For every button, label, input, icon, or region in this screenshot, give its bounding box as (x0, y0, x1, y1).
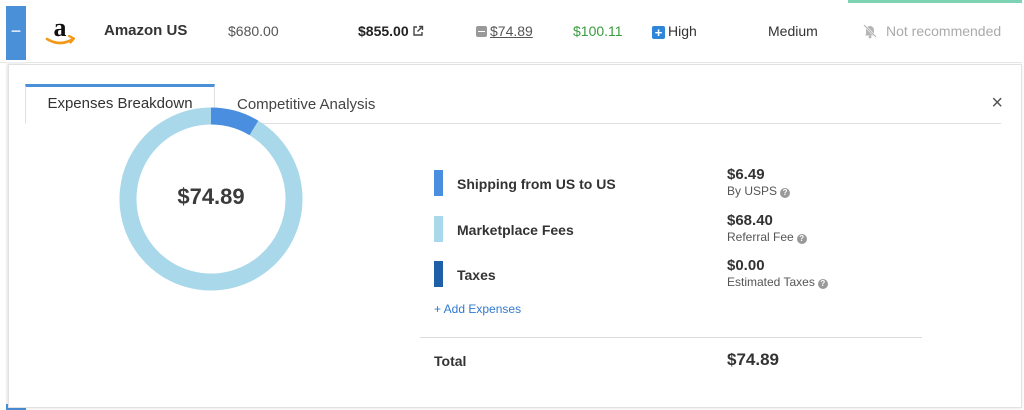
close-icon[interactable]: × (991, 93, 1003, 113)
cost-value: $680.00 (228, 23, 279, 39)
profit-value: $100.11 (573, 23, 623, 39)
bell-off-icon (862, 23, 878, 43)
amazon-logo: a (44, 13, 76, 48)
expense-amount: $6.49 (727, 166, 765, 183)
swatch-shipping (434, 170, 443, 196)
help-circle-icon[interactable]: ? (796, 234, 807, 244)
price-cell[interactable]: $855.00 (358, 22, 424, 41)
expense-label: Marketplace Fees (457, 222, 574, 238)
demand-value: High (668, 23, 697, 39)
expenses-value: $74.89 (490, 23, 533, 39)
expense-sub-text: Referral Fee (727, 230, 794, 244)
page: − a Amazon US $680.00 $855.00 $74.89 $10… (0, 0, 1024, 410)
recommendation-cell: Not recommended (862, 22, 1001, 43)
total-value: $74.89 (727, 350, 779, 369)
expense-amount: $0.00 (727, 257, 765, 274)
store-name: Amazon US (104, 22, 188, 39)
recommendation-value: Not recommended (886, 23, 1002, 39)
expense-sub-text: By USPS (727, 184, 778, 198)
add-expenses-link[interactable]: + Add Expenses (434, 302, 521, 316)
product-row: − a Amazon US $680.00 $855.00 $74.89 $10… (0, 0, 1022, 63)
svg-text:a: a (54, 14, 67, 42)
expense-amount: $68.40 (727, 212, 773, 229)
donut-total-label: $74.89 (177, 184, 245, 209)
expense-item-marketplace-fees: Marketplace Fees $68.40 Referral Fee? (434, 212, 934, 244)
help-circle-icon[interactable]: ? (817, 279, 828, 289)
expense-label: Taxes (457, 267, 496, 283)
swatch-marketplace-fees (434, 216, 443, 242)
expenses-link[interactable]: $74.89 (476, 22, 533, 40)
plus-square-icon: + (652, 26, 665, 39)
expense-sub: Estimated Taxes? (727, 275, 828, 289)
donut-segment-shipping (210, 107, 259, 136)
price-value: $855.00 (358, 23, 409, 39)
expense-label: Shipping from US to US (457, 176, 616, 192)
row-status-line (848, 0, 1022, 3)
expense-sub-text: Estimated Taxes (727, 275, 815, 289)
expense-sub: By USPS? (727, 184, 791, 198)
collapse-mini-icon (476, 26, 487, 37)
expense-sub: Referral Fee? (727, 230, 807, 244)
expense-item-shipping: Shipping from US to US $6.49 By USPS? (434, 166, 934, 198)
help-circle-icon[interactable]: ? (780, 188, 791, 198)
external-link-icon[interactable] (412, 23, 424, 41)
expense-item-taxes: Taxes $0.00 Estimated Taxes? (434, 257, 934, 289)
collapse-toggle-button[interactable]: − (6, 6, 26, 60)
total-label: Total (434, 353, 467, 369)
total-divider (420, 337, 922, 338)
demand-cell: + High (652, 22, 697, 40)
swatch-taxes (434, 261, 443, 287)
competition-value: Medium (768, 23, 818, 39)
